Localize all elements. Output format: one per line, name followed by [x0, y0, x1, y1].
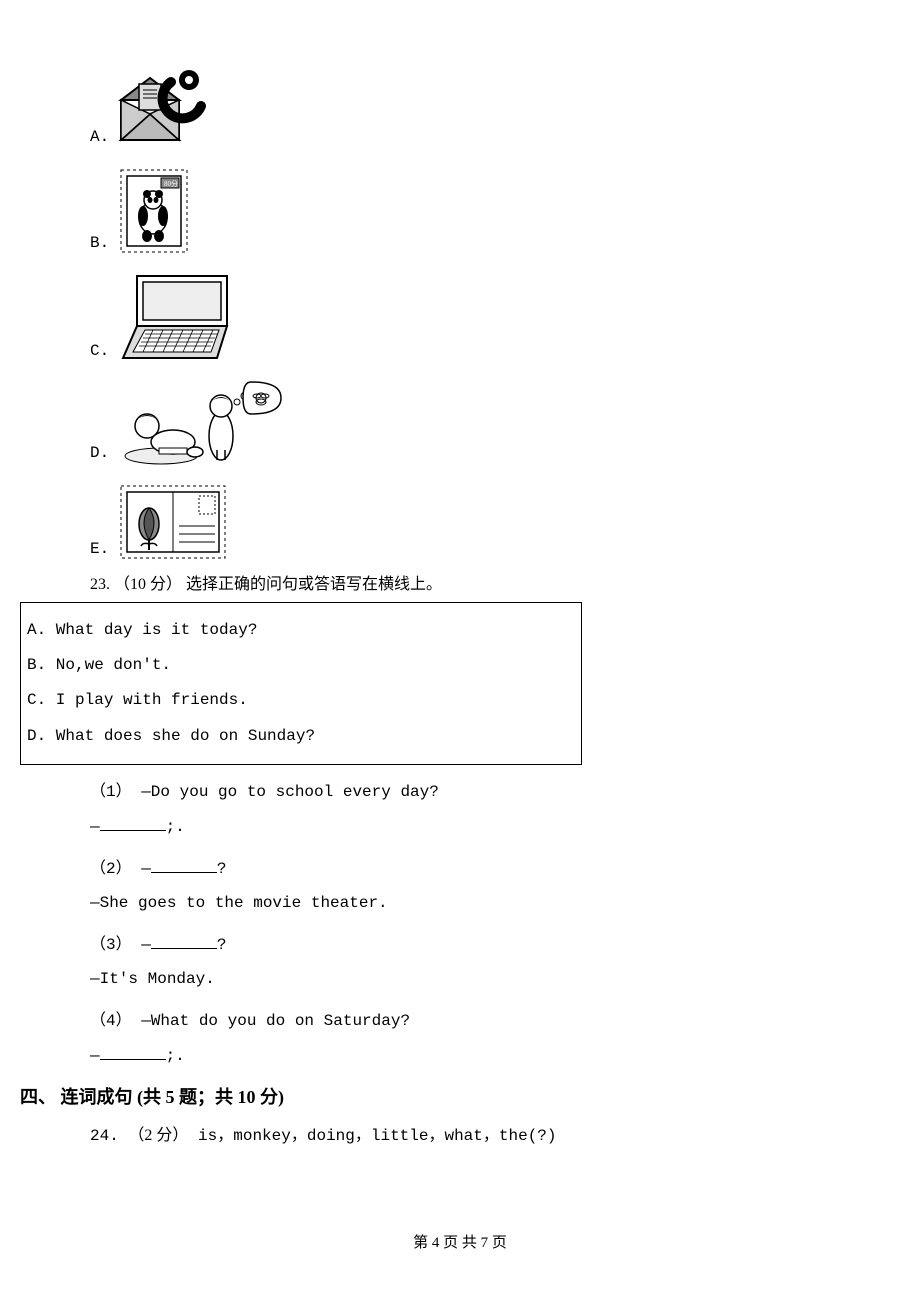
q23-sub1-q: （1） —Do you go to school every day?	[90, 777, 840, 801]
q23-choice-c: C. I play with friends.	[27, 683, 575, 718]
q23-sub2-a: —She goes to the movie theater.	[90, 894, 840, 912]
envelope-e-icon	[117, 60, 207, 150]
q23-sub4-a: —;.	[90, 1046, 840, 1065]
q24-line: 24. （2 分） is，monkey，doing，little，what，th…	[90, 1121, 840, 1145]
blank-line[interactable]	[100, 1046, 166, 1060]
svg-text:80分: 80分	[164, 179, 178, 188]
q24-points: （2 分）	[128, 1127, 188, 1144]
option-c-row: C.	[90, 272, 840, 364]
option-c-label: C.	[90, 342, 109, 364]
q23-sub3-q: （3） —?	[90, 930, 840, 954]
q23-points: （10 分）	[114, 576, 182, 593]
laptop-icon	[117, 272, 237, 364]
q23-sub1-suffix: ;.	[166, 818, 185, 836]
q24-num: 24.	[90, 1127, 119, 1145]
q23-num: 23.	[90, 576, 110, 593]
option-a-label: A.	[90, 128, 109, 150]
q23-instruction: 选择正确的问句或答语写在横线上。	[186, 576, 442, 593]
q23-sub4-suffix: ;.	[166, 1047, 185, 1065]
option-d-row: D.	[90, 380, 840, 466]
q23-sub2-q: （2） —?	[90, 854, 840, 878]
q23-title: 23. （10 分） 选择正确的问句或答语写在横线上。	[90, 570, 840, 594]
option-b-label: B.	[90, 234, 109, 256]
option-b-row: B. 80分	[90, 166, 840, 256]
q23-sub3-a: —It's Monday.	[90, 970, 840, 988]
option-e-row: E.	[90, 482, 840, 562]
q23-sub4-q: （4） —What do you do on Saturday?	[90, 1006, 840, 1030]
stamp-panda-icon: 80分	[117, 166, 191, 256]
postcard-icon	[117, 482, 229, 562]
page-footer: 第 4 页 共 7 页	[0, 1231, 920, 1252]
q23-sub2-suffix: ?	[217, 860, 227, 878]
q23-sub3-prefix: （3） —	[90, 936, 151, 954]
blank-line[interactable]	[151, 859, 217, 873]
blank-line[interactable]	[100, 817, 166, 831]
q23-sub2-prefix: （2） —	[90, 860, 151, 878]
q23-choice-a: A. What day is it today?	[27, 613, 575, 648]
q23-sub1-prefix: —	[90, 818, 100, 836]
q24-text: is，monkey，doing，little，what，the(?)	[198, 1127, 556, 1145]
children-reading-icon	[117, 380, 287, 466]
q23-sub3-suffix: ?	[217, 936, 227, 954]
option-d-label: D.	[90, 444, 109, 466]
option-e-label: E.	[90, 540, 109, 562]
q23-choice-d: D. What does she do on Sunday?	[27, 719, 575, 754]
q23-sub1-a: —;.	[90, 817, 840, 836]
q23-choice-box: A. What day is it today? B. No,we don't.…	[20, 602, 582, 765]
section-4-heading: 四、 连词成句 (共 5 题；共 10 分)	[20, 1083, 840, 1109]
q23-sub4-prefix: —	[90, 1047, 100, 1065]
q23-choice-b: B. No,we don't.	[27, 648, 575, 683]
blank-line[interactable]	[151, 935, 217, 949]
option-a-row: A.	[90, 60, 840, 150]
